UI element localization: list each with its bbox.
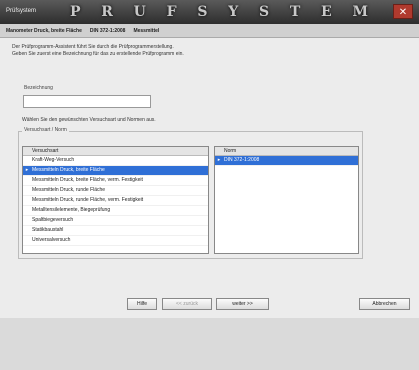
intro-text: Der Prüfprogramm-Assistent führt Sie dur… bbox=[12, 44, 184, 58]
list-item-label: Messmitteln Druck, runde Fläche bbox=[32, 187, 106, 193]
brand-letter: P bbox=[70, 4, 83, 20]
header-item: Manometer Druck, breite Fläche bbox=[6, 27, 82, 34]
brand-letter: S bbox=[197, 4, 210, 20]
close-icon[interactable]: ✕ bbox=[393, 4, 413, 19]
list-item-label: Statikbaustahl bbox=[32, 227, 64, 233]
list-item-label: Metalltensilelemente, Biegeprüfung bbox=[32, 207, 111, 213]
list-item-label: Messmitteln Druck, breite Fläche bbox=[32, 167, 105, 173]
intro-line: Geben Sie zuerst eine Bezeichnung für da… bbox=[12, 51, 184, 57]
help-button[interactable]: Hilfe bbox=[127, 298, 157, 310]
next-button[interactable]: weiter >> bbox=[216, 298, 269, 310]
window-title: Prüfsystem bbox=[6, 8, 37, 14]
list-item[interactable]: Kraft-Weg-Versuch bbox=[23, 156, 208, 166]
selection-hint: Wählen Sie den gewünschten Versuchsart u… bbox=[22, 117, 156, 123]
list-item[interactable]: Spaltbiegeversuch bbox=[23, 216, 208, 226]
wizard-window: Prüfsystem P R U F S Y S T E M ✕ Manometer Druck,… bbox=[0, 0, 419, 370]
list-item-label: Spaltbiegeversuch bbox=[32, 217, 74, 223]
brand-letter: E bbox=[321, 4, 334, 20]
list-item-label: DIN 372-1:2008 bbox=[224, 157, 260, 163]
versuchsart-list[interactable]: Versuchsart Kraft-Weg-Versuch ▸ Messmittel… bbox=[22, 146, 209, 254]
list-item[interactable]: ▸ DIN 372-1:2008 bbox=[215, 156, 358, 166]
list-item[interactable]: Universalversuch bbox=[23, 236, 208, 246]
intro-line: Der Prüfprogramm-Assistent führt Sie dur… bbox=[12, 44, 174, 50]
list-item[interactable]: Messmitteln Druck, breite Fläche, verm. … bbox=[23, 176, 208, 186]
list-item-label: Messmitteln Druck, breite Fläche, verm. … bbox=[32, 177, 143, 183]
list-header-label: Norm bbox=[224, 148, 237, 154]
norm-list[interactable]: Norm ▸ DIN 372-1:2008 bbox=[214, 146, 359, 254]
list-item-label: Kraft-Weg-Versuch bbox=[32, 157, 75, 163]
list-header: Versuchsart bbox=[23, 147, 208, 156]
bezeichnung-label: Bezeichnung bbox=[24, 85, 53, 91]
header-item: Messmittel bbox=[133, 27, 160, 34]
list-header: Norm bbox=[215, 147, 358, 156]
context-header: Manometer Druck, breite Fläche DIN 372-1… bbox=[0, 24, 419, 38]
footer-area bbox=[0, 318, 419, 370]
current-row-marker-icon: ▸ bbox=[217, 157, 221, 163]
brand-letter: S bbox=[258, 4, 272, 20]
bezeichnung-input[interactable] bbox=[23, 95, 151, 108]
brand-letter: U bbox=[133, 4, 148, 20]
brand-letter: R bbox=[101, 4, 115, 20]
list-item[interactable]: ▸ Messmitteln Druck, breite Fläche bbox=[23, 166, 208, 176]
back-button[interactable]: << zurück bbox=[162, 298, 212, 310]
list-item[interactable]: Messmitteln Druck, runde Fläche, verm. F… bbox=[23, 196, 208, 206]
brand-logo: PRUFSYSTEM bbox=[70, 3, 370, 21]
cancel-button[interactable]: Abbrechen bbox=[359, 298, 410, 310]
list-item[interactable]: Statikbaustahl bbox=[23, 226, 208, 236]
list-item-label: Universalversuch bbox=[32, 237, 71, 243]
header-item: DIN 372-1:2008 bbox=[89, 27, 126, 34]
list-item[interactable]: Metalltensilelemente, Biegeprüfung bbox=[23, 206, 208, 216]
current-row-marker-icon: ▸ bbox=[25, 167, 29, 173]
list-header-label: Versuchsart bbox=[32, 148, 59, 154]
brand-letter: F bbox=[166, 4, 179, 20]
brand-letter: M bbox=[352, 4, 370, 20]
brand-letter: Y bbox=[228, 4, 241, 20]
brand-letter: T bbox=[289, 4, 303, 20]
group-label: Versuchsart / Norm bbox=[22, 127, 69, 133]
list-item[interactable]: Messmitteln Druck, runde Fläche bbox=[23, 186, 208, 196]
title-bar: Prüfsystem P R U F S Y S T E M ✕ bbox=[0, 0, 419, 24]
list-item-label: Messmitteln Druck, runde Fläche, verm. F… bbox=[32, 197, 144, 203]
